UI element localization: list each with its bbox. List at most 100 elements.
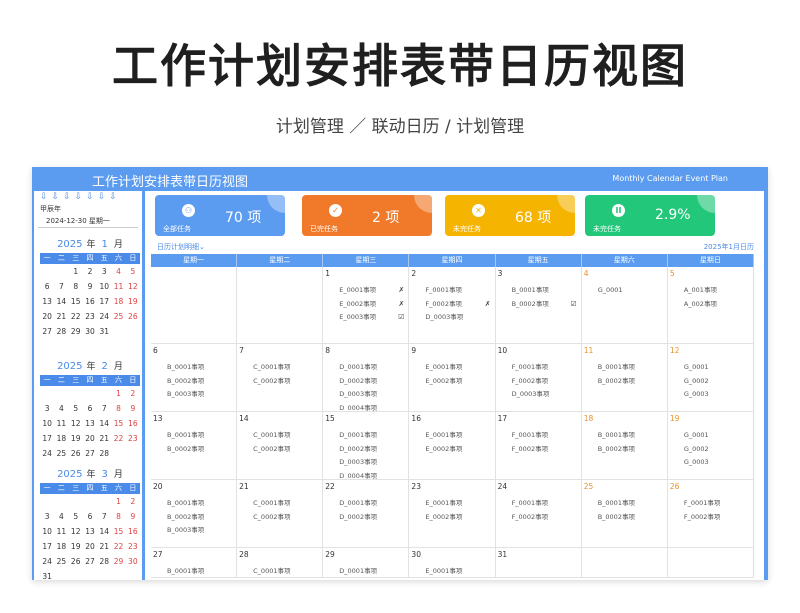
event-item[interactable]: F_0002事项 — [496, 443, 581, 457]
event-item[interactable]: B_0002事项 ☑ — [496, 298, 581, 312]
mini-calendar-day[interactable]: 17 — [40, 539, 54, 554]
mini-calendar-day[interactable]: 6 — [83, 509, 97, 524]
mini-calendar-day[interactable] — [83, 569, 97, 580]
event-item[interactable]: D_0001事项 — [323, 429, 408, 443]
event-item[interactable]: G_0003 — [668, 456, 753, 470]
mini-calendar-day[interactable]: 19 — [69, 431, 83, 446]
day-cell[interactable]: 15 D_0001事项 D_0002事项 D_0003事项 D_0004事项 — [323, 412, 410, 479]
mini-calendar-day[interactable]: 28 — [97, 446, 111, 461]
event-item[interactable]: D_0002事项 — [323, 511, 408, 525]
stat-card[interactable]: II 2.9% 未完任务 — [585, 195, 715, 236]
day-cell[interactable]: 27 B_0001事项 — [151, 548, 238, 577]
calendar-detail-dropdown[interactable]: 日历计划明细⌄ — [157, 242, 205, 252]
mini-calendar-day[interactable]: 21 — [97, 431, 111, 446]
mini-calendar-day[interactable]: 20 — [83, 431, 97, 446]
mini-calendar-day[interactable]: 10 — [40, 524, 54, 539]
day-cell[interactable]: 12 G_0001 G_0002 G_0003 — [668, 344, 754, 411]
mini-calendar-day[interactable]: 8 — [111, 509, 125, 524]
event-item[interactable]: D_0001事项 — [323, 565, 408, 577]
mini-calendar-day[interactable] — [97, 569, 111, 580]
mini-calendar-day[interactable]: 26 — [69, 554, 83, 569]
day-cell[interactable]: 4 G_0001 — [582, 267, 668, 343]
event-item[interactable]: G_0001 — [582, 284, 667, 298]
day-cell[interactable]: 18 B_0001事项 B_0002事项 — [582, 412, 668, 479]
day-cell[interactable]: 10 F_0001事项 F_0002事项 D_0003事项 — [496, 344, 582, 411]
mini-calendar-day[interactable]: 21 — [54, 309, 68, 324]
event-item[interactable]: D_0002事项 — [323, 375, 408, 389]
cross-mark-icon[interactable]: ✗ — [399, 298, 405, 312]
event-item[interactable]: G_0003 — [668, 388, 753, 402]
mini-calendar-day[interactable]: 6 — [40, 279, 54, 294]
day-cell[interactable]: 7 C_0001事项 C_0002事项 — [237, 344, 324, 411]
mini-calendar-day[interactable]: 4 — [54, 509, 68, 524]
mini-calendar-day[interactable]: 16 — [83, 294, 97, 309]
day-cell[interactable]: 16 E_0001事项 E_0002事项 — [409, 412, 496, 479]
event-item[interactable]: C_0002事项 — [237, 443, 322, 457]
event-item[interactable]: F_0001事项 — [496, 429, 581, 443]
mini-calendar-day[interactable]: 9 — [126, 509, 140, 524]
event-item[interactable]: D_0003事项 — [323, 388, 408, 402]
mini-calendar-day[interactable]: 14 — [54, 294, 68, 309]
mini-calendar-day[interactable]: 30 — [83, 324, 97, 339]
mini-calendar-day[interactable]: 9 — [126, 401, 140, 416]
day-cell[interactable]: 3 B_0001事项 B_0002事项 ☑ — [496, 267, 582, 343]
mini-calendar-day[interactable]: 23 — [126, 431, 140, 446]
event-item[interactable]: E_0002事项 ✗ — [323, 298, 408, 312]
mini-calendar-day[interactable]: 24 — [40, 554, 54, 569]
event-item[interactable]: C_0001事项 — [237, 429, 322, 443]
mini-calendar-day[interactable]: 27 — [40, 324, 54, 339]
event-item[interactable]: D_0002事项 — [323, 443, 408, 457]
day-cell[interactable]: 14 C_0001事项 C_0002事项 — [237, 412, 324, 479]
checkbox-checked-icon[interactable]: ☑ — [398, 311, 404, 325]
mini-calendar-day[interactable] — [40, 386, 54, 401]
mini-calendar-day[interactable]: 16 — [126, 524, 140, 539]
event-item[interactable]: B_0001事项 — [582, 361, 667, 375]
mini-calendar-day[interactable] — [97, 386, 111, 401]
mini-calendar-day[interactable]: 18 — [54, 539, 68, 554]
cross-mark-icon[interactable]: ✗ — [485, 298, 491, 312]
event-item[interactable]: F_0002事项 — [668, 511, 753, 525]
mini-calendar-day[interactable]: 2 — [83, 264, 97, 279]
event-item[interactable]: E_0001事项 — [409, 497, 494, 511]
mini-calendar-day[interactable]: 24 — [40, 446, 54, 461]
mini-calendar-day[interactable]: 1 — [111, 494, 125, 509]
mini-calendar-day[interactable] — [97, 494, 111, 509]
mini-calendar-day[interactable]: 13 — [83, 416, 97, 431]
mini-calendar-day[interactable] — [111, 569, 125, 580]
event-item[interactable]: E_0001事项 ✗ — [323, 284, 408, 298]
mini-calendar-day[interactable]: 13 — [83, 524, 97, 539]
event-item[interactable]: A_001事项 — [668, 284, 753, 298]
stat-card[interactable]: ✕ 68 项未完任务 — [445, 195, 575, 236]
mini-calendar-day[interactable]: 31 — [40, 569, 54, 580]
event-item[interactable]: B_0003事项 — [151, 524, 236, 538]
event-item[interactable]: B_0003事项 — [151, 388, 236, 402]
event-item[interactable]: B_0002事项 — [151, 375, 236, 389]
mini-calendar-day[interactable]: 2 — [126, 386, 140, 401]
mini-calendar-day[interactable]: 19 — [69, 539, 83, 554]
mini-calendar-day[interactable]: 3 — [40, 401, 54, 416]
mini-calendar-day[interactable] — [54, 386, 68, 401]
mini-calendar-day[interactable]: 8 — [69, 279, 83, 294]
mini-calendar-day[interactable] — [111, 446, 125, 461]
mini-calendar-day[interactable]: 21 — [97, 539, 111, 554]
mini-calendar-day[interactable]: 11 — [54, 524, 68, 539]
event-item[interactable]: F_0002事项 — [496, 511, 581, 525]
mini-calendar-day[interactable]: 31 — [97, 324, 111, 339]
event-item[interactable]: B_0002事项 — [582, 443, 667, 457]
mini-calendar-day[interactable]: 4 — [54, 401, 68, 416]
event-item[interactable]: B_0002事项 — [151, 443, 236, 457]
event-item[interactable]: B_0002事项 — [582, 511, 667, 525]
event-item[interactable]: C_0002事项 — [237, 375, 322, 389]
mini-calendar-day[interactable]: 12 — [69, 524, 83, 539]
mini-calendar-day[interactable]: 3 — [40, 509, 54, 524]
mini-calendar-day[interactable] — [69, 494, 83, 509]
mini-calendar-day[interactable]: 25 — [111, 309, 125, 324]
mini-calendar-day[interactable]: 26 — [69, 446, 83, 461]
event-item[interactable]: C_0002事项 — [237, 511, 322, 525]
mini-calendar-day[interactable]: 10 — [97, 279, 111, 294]
mini-calendar-day[interactable]: 13 — [40, 294, 54, 309]
mini-calendar-day[interactable]: 16 — [126, 416, 140, 431]
day-cell[interactable]: 28 C_0001事项 — [237, 548, 324, 577]
event-item[interactable]: D_0001事项 — [323, 497, 408, 511]
mini-calendar-day[interactable]: 15 — [111, 524, 125, 539]
